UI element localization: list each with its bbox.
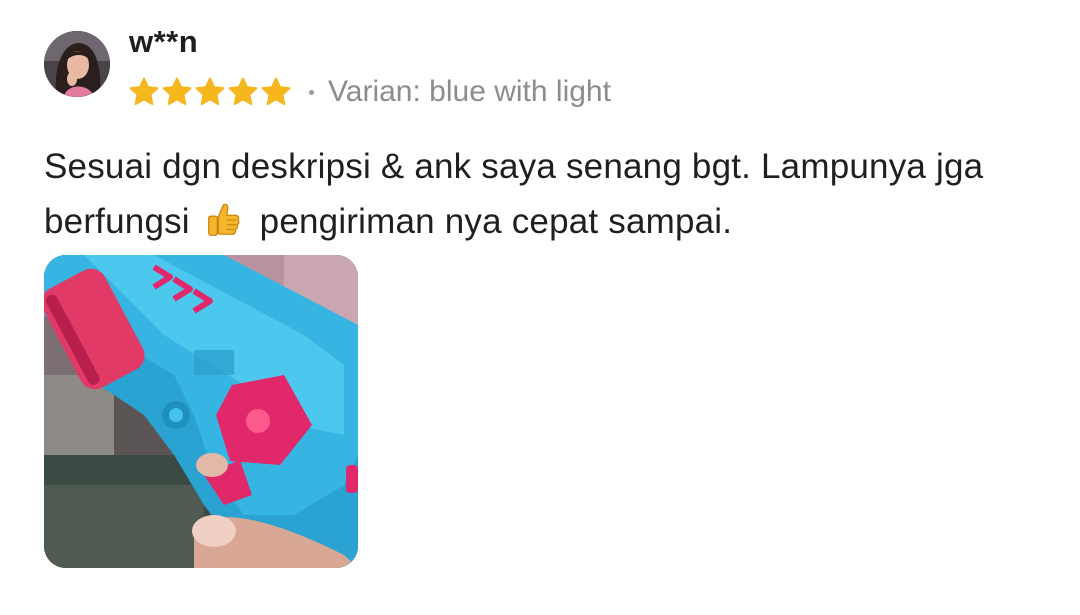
review-card: w**n Varian: blue with light Sesuai dgn … [0, 0, 1080, 615]
star-icon [194, 76, 226, 108]
reviewer-username: w**n [129, 24, 199, 59]
review-text-part2: pengiriman nya cepat sampai. [259, 202, 733, 241]
star-icon [128, 76, 160, 108]
star-icon [161, 76, 193, 108]
star-icon [260, 76, 292, 108]
review-photo[interactable] [44, 255, 358, 568]
thumbs-up-icon [204, 201, 242, 239]
rating-row: Varian: blue with light [128, 74, 611, 110]
separator-dot [309, 89, 314, 95]
avatar[interactable] [44, 31, 110, 97]
variant-label: Varian: blue with light [328, 75, 611, 108]
star-icon [227, 76, 259, 108]
review-text: Sesuai dgn deskripsi & ank saya senang b… [44, 139, 1044, 249]
star-rating [128, 76, 292, 108]
